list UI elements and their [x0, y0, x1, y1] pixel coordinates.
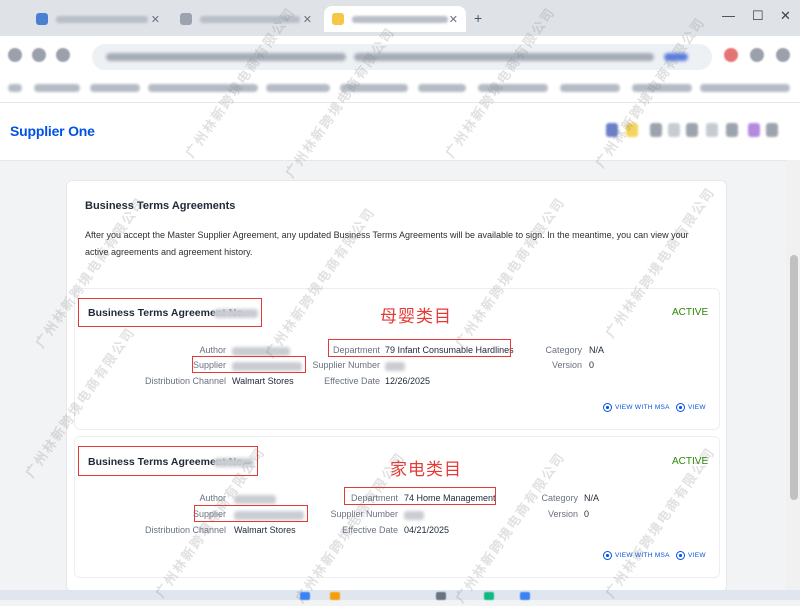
view-with-msa-button[interactable]: VIEW WITH MSA [603, 551, 670, 560]
eye-icon [676, 551, 685, 560]
view-with-msa-button[interactable]: VIEW WITH MSA [603, 403, 670, 412]
header-icon[interactable] [668, 123, 680, 137]
bookmark-item[interactable] [148, 84, 258, 92]
brand-logo[interactable]: Supplier One [10, 123, 95, 139]
taskbar-app-icon[interactable] [484, 592, 494, 600]
view-with-msa-label: VIEW WITH MSA [615, 552, 670, 559]
annotation-box-title [78, 446, 258, 476]
menu-icon[interactable] [776, 48, 790, 62]
header-icon[interactable] [726, 123, 738, 137]
bookmark-item[interactable] [8, 84, 22, 92]
version-label: Version [551, 360, 582, 370]
bookmark-item[interactable] [90, 84, 140, 92]
header-icon[interactable] [650, 123, 662, 137]
browser-tab-2[interactable]: ✕ [172, 6, 320, 32]
close-tab-icon[interactable]: ✕ [151, 13, 160, 26]
annotation-box-supplier [192, 356, 306, 373]
distribution-channel-value: Walmart Stores [232, 376, 294, 386]
bookmark-item[interactable] [418, 84, 466, 92]
header-icon[interactable] [766, 123, 778, 137]
browser-tab-active[interactable]: ✕ [324, 6, 466, 32]
bookmark-item[interactable] [34, 84, 80, 92]
extension-icon[interactable] [724, 48, 738, 62]
supplier-number-label: Supplier Number [312, 360, 380, 370]
section-description: After you accept the Master Supplier Agr… [85, 230, 689, 257]
author-redacted [232, 347, 290, 356]
minimize-icon[interactable]: — [722, 8, 735, 23]
annotation-box-department [328, 339, 511, 357]
supplier-number-label: Supplier Number [330, 509, 398, 519]
tab-favicon-icon [36, 13, 48, 25]
eye-icon [603, 551, 612, 560]
profile-icon[interactable] [750, 48, 764, 62]
version-label: Version [547, 509, 578, 519]
annotation-label: 母婴类目 [380, 307, 452, 326]
view-button[interactable]: VIEW [676, 551, 706, 560]
taskbar-app-icon[interactable] [300, 592, 310, 600]
distribution-channel-value: Walmart Stores [234, 525, 296, 535]
bookmark-item[interactable] [478, 84, 548, 92]
taskbar-app-icon[interactable] [330, 592, 340, 600]
bookmark-item[interactable] [700, 84, 790, 92]
category-value: N/A [584, 493, 600, 503]
scrollbar-thumb[interactable] [790, 255, 798, 500]
avatar[interactable] [748, 123, 760, 137]
eye-icon [603, 403, 612, 412]
author-label: Author [199, 493, 226, 503]
close-tab-icon[interactable]: ✕ [303, 13, 312, 26]
effective-date-value: 04/21/2025 [404, 525, 450, 535]
maximize-icon[interactable]: ☐ [752, 8, 764, 24]
view-label: VIEW [688, 404, 706, 411]
annotation-box-department [344, 487, 496, 505]
tab-favicon-icon [180, 13, 192, 25]
close-window-icon[interactable]: ✕ [780, 8, 791, 24]
header-icon[interactable] [686, 123, 698, 137]
browser-tab-1[interactable]: ✕ [28, 6, 168, 32]
bookmark-item[interactable] [632, 84, 692, 92]
distribution-channel-label: Distribution Channel [144, 525, 226, 535]
reload-icon[interactable] [56, 48, 70, 62]
new-tab-icon[interactable]: + [474, 10, 482, 26]
close-tab-icon[interactable]: ✕ [449, 13, 458, 26]
bookmark-item[interactable] [266, 84, 330, 92]
effective-date-value: 12/26/2025 [385, 376, 431, 386]
category-label: Category [545, 345, 582, 355]
view-button[interactable]: VIEW [676, 403, 706, 412]
annotation-box-supplier [194, 505, 308, 522]
category-value: N/A [589, 345, 605, 355]
section-title: Business Terms Agreements [85, 200, 236, 212]
annotation-box-title [78, 298, 262, 327]
author-label: Author [199, 345, 226, 355]
address-bar[interactable] [92, 44, 712, 70]
notification-icon[interactable] [626, 123, 638, 137]
eye-icon [676, 403, 685, 412]
effective-date-label: Effective Date [324, 376, 380, 386]
author-redacted [234, 495, 276, 504]
back-icon[interactable] [8, 48, 22, 62]
forward-icon[interactable] [32, 48, 46, 62]
taskbar-app-icon[interactable] [520, 592, 530, 600]
taskbar-app-icon[interactable] [436, 592, 446, 600]
version-value: 0 [584, 509, 590, 519]
annotation-label: 家电类目 [390, 460, 462, 479]
flag-icon[interactable] [606, 123, 618, 137]
app-header [0, 103, 800, 161]
distribution-channel-label: Distribution Channel [144, 376, 226, 386]
header-icon[interactable] [706, 123, 718, 137]
bookmark-item[interactable] [340, 84, 408, 92]
os-taskbar [0, 590, 800, 600]
status-badge: ACTIVE [672, 456, 709, 467]
bookmark-item[interactable] [560, 84, 620, 92]
view-label: VIEW [688, 552, 706, 559]
version-value: 0 [589, 360, 595, 370]
supplier-number-redacted [404, 511, 424, 520]
effective-date-label: Effective Date [342, 525, 398, 535]
tab-favicon-icon [332, 13, 344, 25]
supplier-number-redacted [385, 362, 405, 371]
category-label: Category [541, 493, 578, 503]
status-badge: ACTIVE [672, 307, 709, 318]
view-with-msa-label: VIEW WITH MSA [615, 404, 670, 411]
